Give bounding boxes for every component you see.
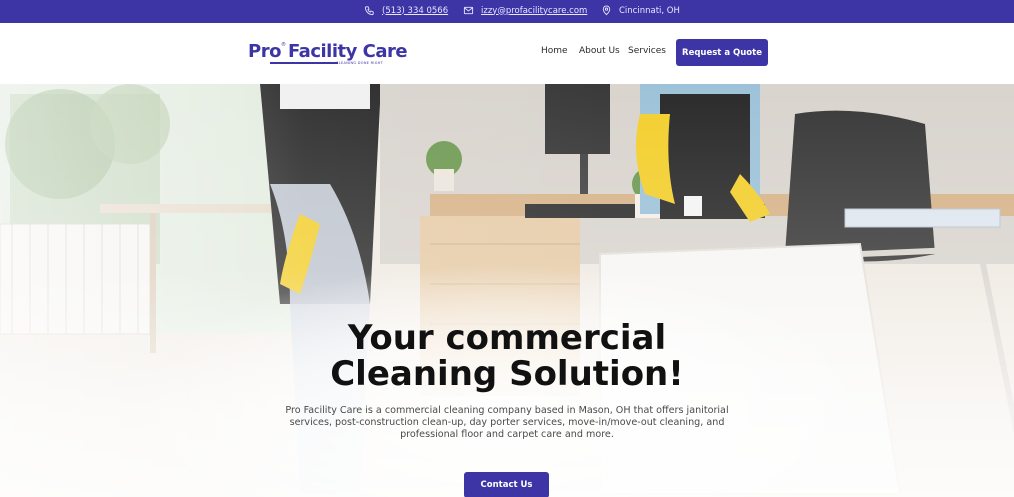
hero-description: Pro Facility Care is a commercial cleani…	[285, 405, 729, 440]
phone-icon	[364, 6, 374, 16]
logo-tagline: CLEANING DONE RIGHT	[336, 61, 384, 65]
nav-about-us[interactable]: About Us	[579, 46, 620, 56]
logo-pro: Pro	[248, 41, 281, 62]
location-text: Cincinnati, OH	[619, 5, 680, 16]
top-contact-bar: (513) 334 0566 izzy@profacilitycare.com …	[0, 0, 1014, 23]
contact-us-button[interactable]: Contact Us	[464, 472, 549, 497]
request-quote-button[interactable]: Request a Quote	[676, 39, 768, 66]
logo-facility-care: Facility Care	[287, 41, 408, 62]
nav-services[interactable]: Services	[628, 46, 666, 56]
logo-underline	[270, 62, 338, 64]
nav-home[interactable]: Home	[541, 46, 568, 56]
site-header: Pro ® Facility Care CLEANING DONE RIGHT …	[0, 23, 1014, 84]
logo-registered: ®	[280, 42, 286, 48]
phone-link[interactable]: (513) 334 0566	[382, 6, 448, 16]
headline-line-1: Your commercial	[347, 318, 667, 358]
email-contact[interactable]: izzy@profacilitycare.com	[463, 5, 587, 16]
hero-headline: Your commercial Cleaning Solution!	[0, 320, 1014, 392]
map-pin-icon	[602, 5, 611, 16]
site-logo[interactable]: Pro ® Facility Care CLEANING DONE RIGHT	[248, 41, 408, 65]
location-info: Cincinnati, OH	[601, 5, 680, 16]
phone-contact[interactable]: (513) 334 0566	[364, 5, 448, 16]
hero-section: Your commercial Cleaning Solution! Pro F…	[0, 84, 1014, 497]
headline-line-2: Cleaning Solution!	[330, 354, 684, 394]
email-link[interactable]: izzy@profacilitycare.com	[481, 6, 587, 16]
envelope-icon	[463, 6, 474, 15]
